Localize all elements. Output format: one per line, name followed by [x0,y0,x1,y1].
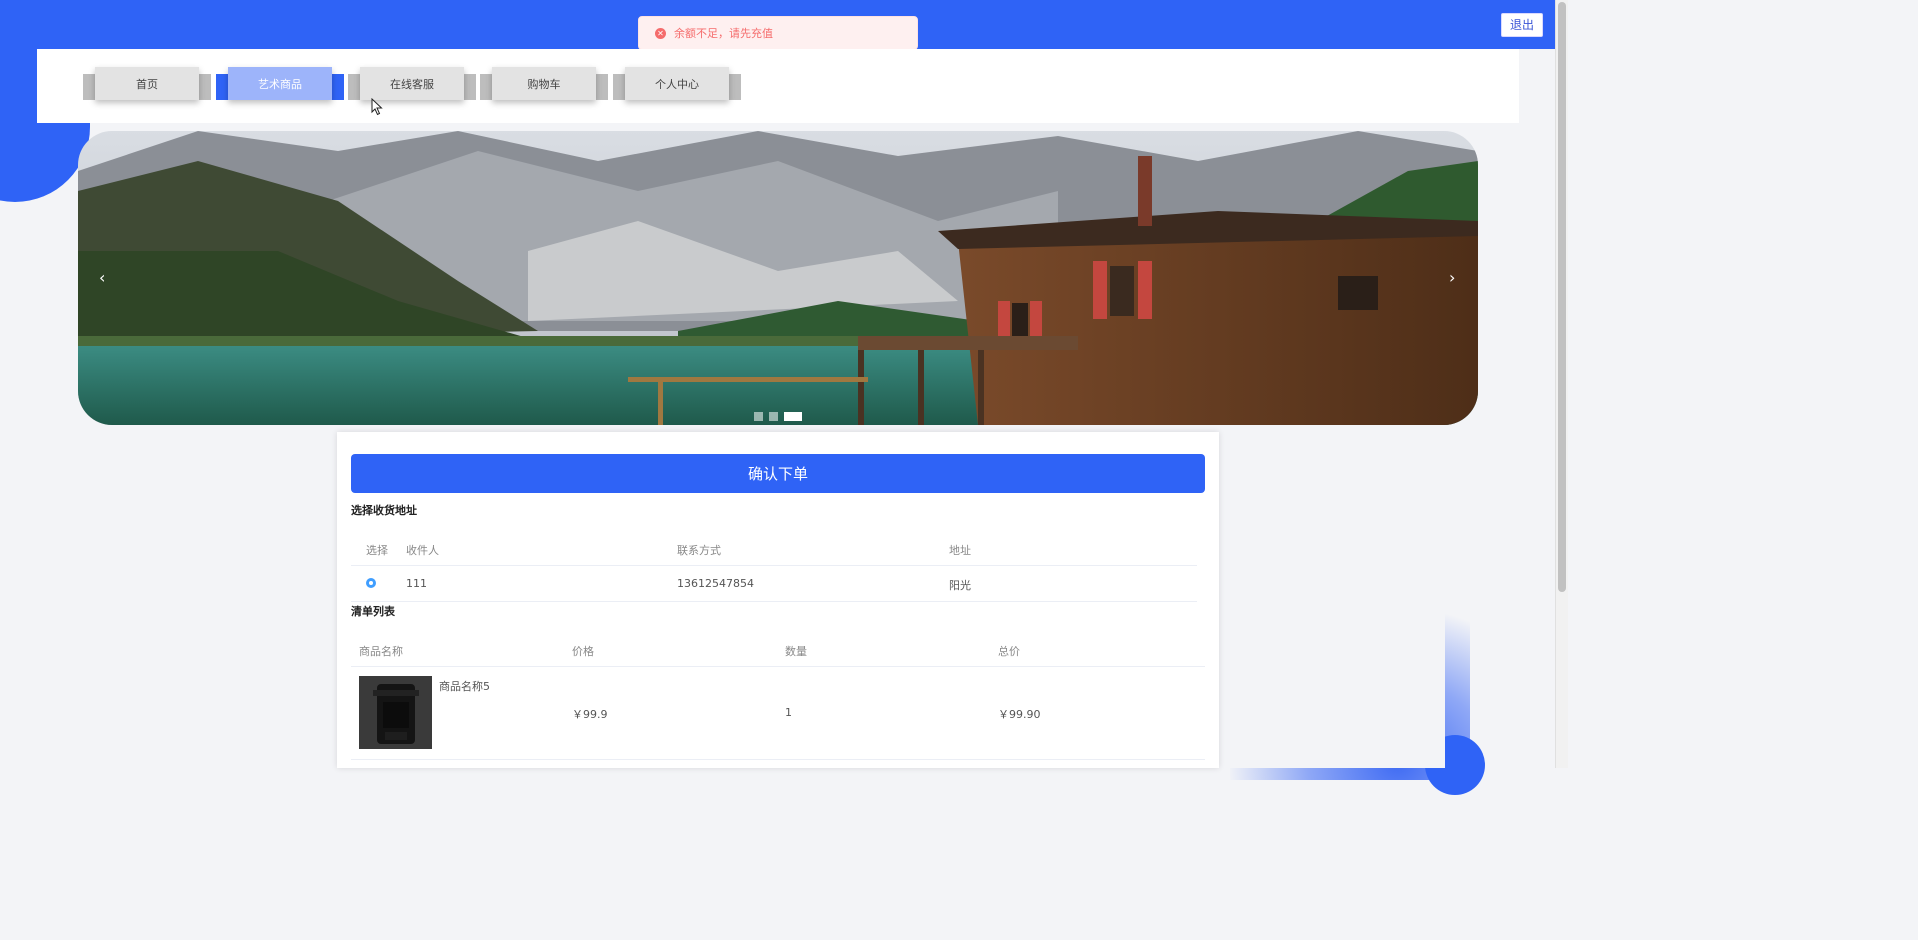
address-contact: 13612547854 [677,577,754,590]
carousel-dot[interactable] [769,412,778,421]
mouse-cursor-icon [371,98,383,116]
scrollbar-thumb[interactable] [1558,2,1566,592]
items-header-total: 总价 [998,645,1020,658]
banner-image [78,131,1478,425]
page-scrollbar[interactable] [1555,0,1568,768]
carousel-prev-arrow[interactable]: ‹ [99,268,105,287]
address-section-title: 选择收货地址 [351,504,417,517]
items-section-title: 清单列表 [351,605,395,618]
order-card: 确认下单 选择收货地址 选择 收件人 联系方式 地址 111 136125478… [337,432,1219,768]
nav-bar: 首页 艺术商品 在线客服 购物车 个人中心 [37,49,1519,123]
nav-item-cart[interactable]: 购物车 [480,67,608,100]
logout-button[interactable]: 退出 [1501,13,1543,37]
toast-message: 余额不足，请先充值 [674,27,773,40]
item-total: ￥99.90 [998,708,1041,721]
product-picture [359,676,432,749]
error-toast: ✕ 余额不足，请先充值 [638,16,918,50]
nav-item-art-products[interactable]: 艺术商品 [216,67,344,100]
items-header-quantity: 数量 [785,645,807,658]
address-recipient: 111 [406,577,427,590]
address-radio[interactable] [366,578,376,588]
address-text: 阳光 [949,579,971,592]
item-quantity: 1 [785,706,792,719]
product-image[interactable] [359,676,432,749]
carousel-dot-active[interactable] [784,412,802,421]
error-circle-icon: ✕ [655,27,666,39]
carousel-next-arrow[interactable]: › [1449,268,1455,287]
nav-item-online-service[interactable]: 在线客服 [348,67,476,100]
nav-item-label: 个人中心 [625,67,729,100]
address-header-address: 地址 [949,544,971,557]
items-header-price: 价格 [572,645,594,658]
carousel-dot[interactable] [754,412,763,421]
items-header-name: 商品名称 [359,645,403,658]
banner-carousel[interactable] [78,131,1478,425]
item-name: 商品名称5 [439,680,490,693]
nav-item-profile[interactable]: 个人中心 [613,67,741,100]
address-header-select: 选择 [366,544,388,557]
nav-item-label: 在线客服 [360,67,464,100]
nav-item-label: 艺术商品 [228,67,332,100]
carousel-indicators [754,412,802,421]
address-header-contact: 联系方式 [677,544,721,557]
nav-item-label: 购物车 [492,67,596,100]
nav-item-home[interactable]: 首页 [83,67,211,100]
address-header-recipient: 收件人 [406,544,439,557]
confirm-order-button[interactable]: 确认下单 [351,454,1205,493]
item-price: ￥99.9 [572,708,608,721]
nav-item-label: 首页 [95,67,199,100]
